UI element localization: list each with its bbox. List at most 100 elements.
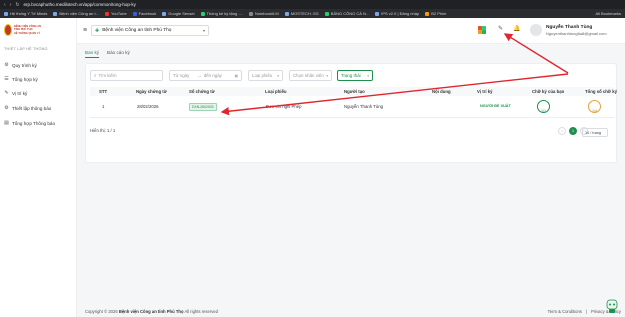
to-date-placeholder: đến ngày bbox=[203, 73, 222, 78]
cell-position: NGƯỜI ĐỀ XUẤT bbox=[480, 104, 511, 108]
browser-address-bar: ‹ › ↻ erp.bvcaphutho.medilotech.vn/app/c… bbox=[0, 0, 625, 9]
search-input[interactable]: ⌕ Tìm kiếm bbox=[90, 70, 163, 81]
footer-separator: | bbox=[585, 309, 587, 314]
copyright-org: Bệnh viện Công an tỉnh Phú Thọ bbox=[118, 309, 184, 314]
sidebar-item-quy-trinh-ky[interactable]: ⚙ Quy trình ký bbox=[4, 61, 37, 69]
staff-placeholder: Chọn nhân viên bbox=[293, 73, 324, 78]
sidebar-item-label: Tổng hợp Thông báo bbox=[12, 120, 56, 126]
user-email: Nguyenthanhtung6a8@gmail.com bbox=[546, 31, 607, 36]
pen-icon[interactable]: ✎ bbox=[498, 25, 503, 32]
page-button[interactable]: 1 bbox=[569, 127, 577, 135]
app-window: BỆNH VIỆN CÔNG AN TỈNH PHÚ THỌ HỆ THỐNG … bbox=[0, 18, 625, 317]
tab-bar: Ban ký Báo cáo ký bbox=[85, 50, 130, 58]
from-date-placeholder: Từ ngày bbox=[173, 73, 190, 78]
col-type: Loại phiếu bbox=[265, 89, 287, 94]
terms-link[interactable]: Term & Conditions bbox=[548, 309, 582, 314]
logo-line2: HỆ THỐNG QUẢN LÝ bbox=[14, 31, 41, 35]
list-icon: ☰ bbox=[4, 75, 9, 82]
all-bookmarks[interactable]: All Bookmarks bbox=[595, 11, 621, 16]
type-select[interactable]: Loại phiếu ▾ bbox=[248, 70, 283, 81]
reload-icon[interactable]: ↻ bbox=[15, 2, 19, 8]
bookmark-item[interactable]: IPS v2.0 | Đăng nhập bbox=[375, 11, 419, 16]
date-range-picker[interactable]: Từ ngày → đến ngày ▦ bbox=[169, 70, 242, 81]
chevron-down-icon: ▾ bbox=[277, 73, 279, 78]
hospital-select[interactable]: ✚ Bệnh viện Công an tỉnh Phú Thọ ▾ bbox=[91, 25, 209, 36]
forward-icon[interactable]: › bbox=[10, 2, 12, 8]
bookmark-item[interactable]: B2 Phim bbox=[425, 11, 446, 16]
status-placeholder: Trạng thái bbox=[341, 73, 361, 78]
settings-icon: ⚙ bbox=[4, 104, 9, 111]
status-select[interactable]: Trạng thái ▾ bbox=[337, 70, 373, 81]
hospital-icon: ✚ bbox=[95, 27, 100, 34]
page-size-select[interactable]: 10 / trang bbox=[582, 128, 608, 137]
tab-ban-ky[interactable]: Ban ký bbox=[85, 50, 100, 58]
col-date: Ngày chứng từ bbox=[136, 89, 167, 94]
bookmark-item[interactable]: Bệnh viện Công an t... bbox=[53, 11, 99, 16]
prev-page-button[interactable]: ‹ bbox=[558, 127, 566, 135]
pagination: ‹ 1 › 10 / trang bbox=[558, 127, 608, 137]
back-icon[interactable]: ‹ bbox=[4, 2, 6, 8]
record-count: Hiển thị: 1 / 1 bbox=[90, 128, 116, 133]
page-size-value: 10 / trang bbox=[585, 130, 602, 135]
search-icon: ⌕ bbox=[94, 73, 97, 78]
sidebar-item-label: Quy trình ký bbox=[12, 62, 37, 68]
notification-list-icon: ▤ bbox=[4, 119, 9, 126]
col-creator: Người tạo bbox=[344, 89, 365, 94]
bookmark-item[interactable]: Facebook bbox=[132, 11, 156, 16]
bookmark-item[interactable]: YouTube bbox=[104, 11, 127, 16]
bookmarks-bar: Hệ thống Y Tế Minds Bệnh viện Công an t.… bbox=[0, 9, 625, 18]
staff-select[interactable]: Chọn nhân viên ▾ bbox=[289, 70, 332, 81]
col-content: Nội dung bbox=[432, 89, 451, 94]
bookmark-item[interactable]: Thống kê ký tặng -... bbox=[200, 11, 243, 16]
bookmark-item[interactable]: Google Sensei bbox=[162, 11, 195, 16]
chevron-down-icon: ▾ bbox=[202, 28, 205, 33]
user-name: Nguyễn Thanh Tùng bbox=[546, 25, 593, 30]
col-total-sign: Tổng số chữ ký bbox=[585, 89, 618, 94]
my-sign-progress[interactable]: 1/1 bbox=[537, 100, 550, 113]
top-bar: ≡ ✚ Bệnh viện Công an tỉnh Phú Thọ ▾ ✎ 🔔… bbox=[77, 18, 625, 44]
sidebar-item-tong-hop-ky[interactable]: ☰ Tổng hợp ký bbox=[4, 75, 38, 83]
hospital-select-value: Bệnh viện Công an tỉnh Phú Thọ bbox=[102, 28, 172, 33]
sidebar-item-vi-tri-ky[interactable]: ✎ Vị trí ký bbox=[4, 89, 27, 97]
table-row[interactable]: 1 28/02/2026 DXN-2602003 Đơn xin nghỉ Ph… bbox=[90, 96, 614, 118]
location-icon: ✎ bbox=[4, 89, 9, 96]
copyright: Copyright © 2026 Bệnh viện Công an tỉnh … bbox=[85, 309, 218, 314]
search-placeholder: Tìm kiếm bbox=[98, 73, 117, 78]
chatbot-icon[interactable] bbox=[605, 298, 619, 314]
sidebar-item-label: Tổng hợp ký bbox=[12, 76, 38, 82]
url-field[interactable]: erp.bvcaphutho.medilotech.vn/app/common/… bbox=[24, 2, 621, 7]
bookmark-item[interactable]: Hệ thống Y Tế Minds bbox=[4, 11, 47, 16]
hospital-logo: BỆNH VIỆN CÔNG AN TỈNH PHÚ THỌ HỆ THỐNG … bbox=[4, 23, 42, 37]
total-sign-progress[interactable]: 1/4 bbox=[588, 100, 601, 113]
cell-creator: Nguyễn Thanh Tùng bbox=[344, 104, 384, 109]
chevron-down-icon: ▾ bbox=[326, 73, 328, 78]
avatar[interactable] bbox=[530, 24, 542, 36]
cell-type: Đơn xin nghỉ Phép bbox=[266, 104, 302, 109]
sidebar-item-label: Thiết lập thông báo bbox=[12, 105, 52, 111]
doc-no-badge[interactable]: DXN-2602003 bbox=[189, 103, 217, 111]
sidebar-section-title: THIẾT LẬP HỆ THỐNG bbox=[4, 47, 48, 51]
col-position: Vị trí ký bbox=[477, 89, 493, 94]
calendar-icon: ▦ bbox=[234, 73, 238, 78]
bookmark-item[interactable]: Notebook6.M bbox=[248, 11, 279, 16]
my-sign-value: 1/1 bbox=[541, 109, 546, 113]
bookmark-item[interactable]: MOSTECH..SG bbox=[284, 11, 319, 16]
col-doc-no: Số chứng từ bbox=[189, 89, 215, 94]
bookmark-item[interactable]: BẢNG CÔNG CÁ N... bbox=[324, 11, 369, 16]
sidebar-item-tong-hop-thong-bao[interactable]: ▤ Tổng hợp Thông báo bbox=[4, 119, 55, 127]
sidebar: BỆNH VIỆN CÔNG AN TỈNH PHÚ THỌ HỆ THỐNG … bbox=[0, 18, 77, 317]
arrow-right-icon: → bbox=[197, 73, 202, 78]
sidebar-item-thiet-lap-thong-bao[interactable]: ⚙ Thiết lập thông báo bbox=[4, 104, 51, 112]
apps-grid-icon[interactable] bbox=[478, 26, 486, 34]
cell-stt: 1 bbox=[102, 104, 105, 109]
tab-bao-cao-ky[interactable]: Báo cáo ký bbox=[107, 50, 130, 58]
col-stt: STT bbox=[99, 89, 108, 94]
bell-icon[interactable]: 🔔 bbox=[513, 25, 520, 32]
sign-table-card: ⌕ Tìm kiếm Từ ngày → đến ngày ▦ Loại phi… bbox=[85, 63, 617, 163]
type-placeholder: Loại phiếu bbox=[252, 73, 273, 78]
table-footer: Hiển thị: 1 / 1 ‹ 1 › 10 / trang bbox=[90, 125, 614, 137]
emblem-icon bbox=[4, 24, 13, 36]
main-content: Ban ký Báo cáo ký ⌕ Tìm kiếm Từ ngày → đ… bbox=[77, 44, 625, 317]
menu-toggle-icon[interactable]: ≡ bbox=[83, 27, 87, 34]
chevron-down-icon: ▾ bbox=[367, 73, 369, 78]
